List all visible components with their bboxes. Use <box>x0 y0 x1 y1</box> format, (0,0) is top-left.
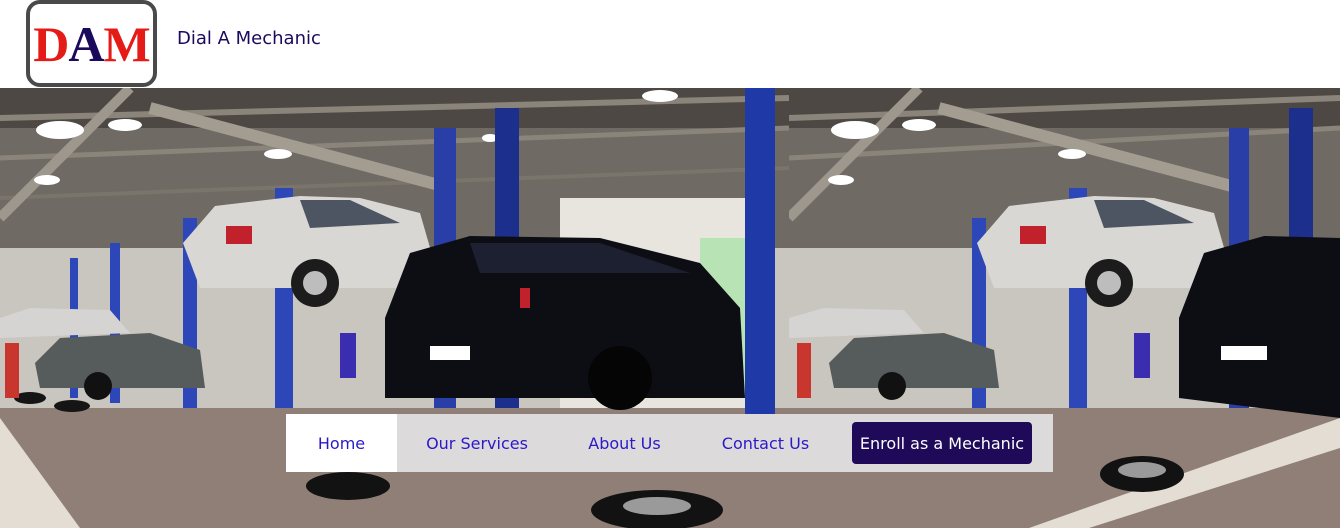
nav-home[interactable]: Home <box>286 414 397 472</box>
logo-letter-d: D <box>33 15 69 72</box>
brand-name: Dial A Mechanic <box>177 28 321 49</box>
logo[interactable]: DAM <box>26 0 157 87</box>
logo-letter-m: M <box>103 15 151 72</box>
logo-text: DAM <box>33 15 151 72</box>
logo-letter-a: A <box>68 15 104 72</box>
enroll-mechanic-button[interactable]: Enroll as a Mechanic <box>852 422 1032 464</box>
nav-our-services[interactable]: Our Services <box>397 414 557 472</box>
site-header: DAM Dial A Mechanic <box>0 0 1340 88</box>
nav-about-us[interactable]: About Us <box>557 414 692 472</box>
nav-contact-us[interactable]: Contact Us <box>692 414 839 472</box>
main-nav: Home Our Services About Us Contact Us En… <box>286 414 1053 472</box>
